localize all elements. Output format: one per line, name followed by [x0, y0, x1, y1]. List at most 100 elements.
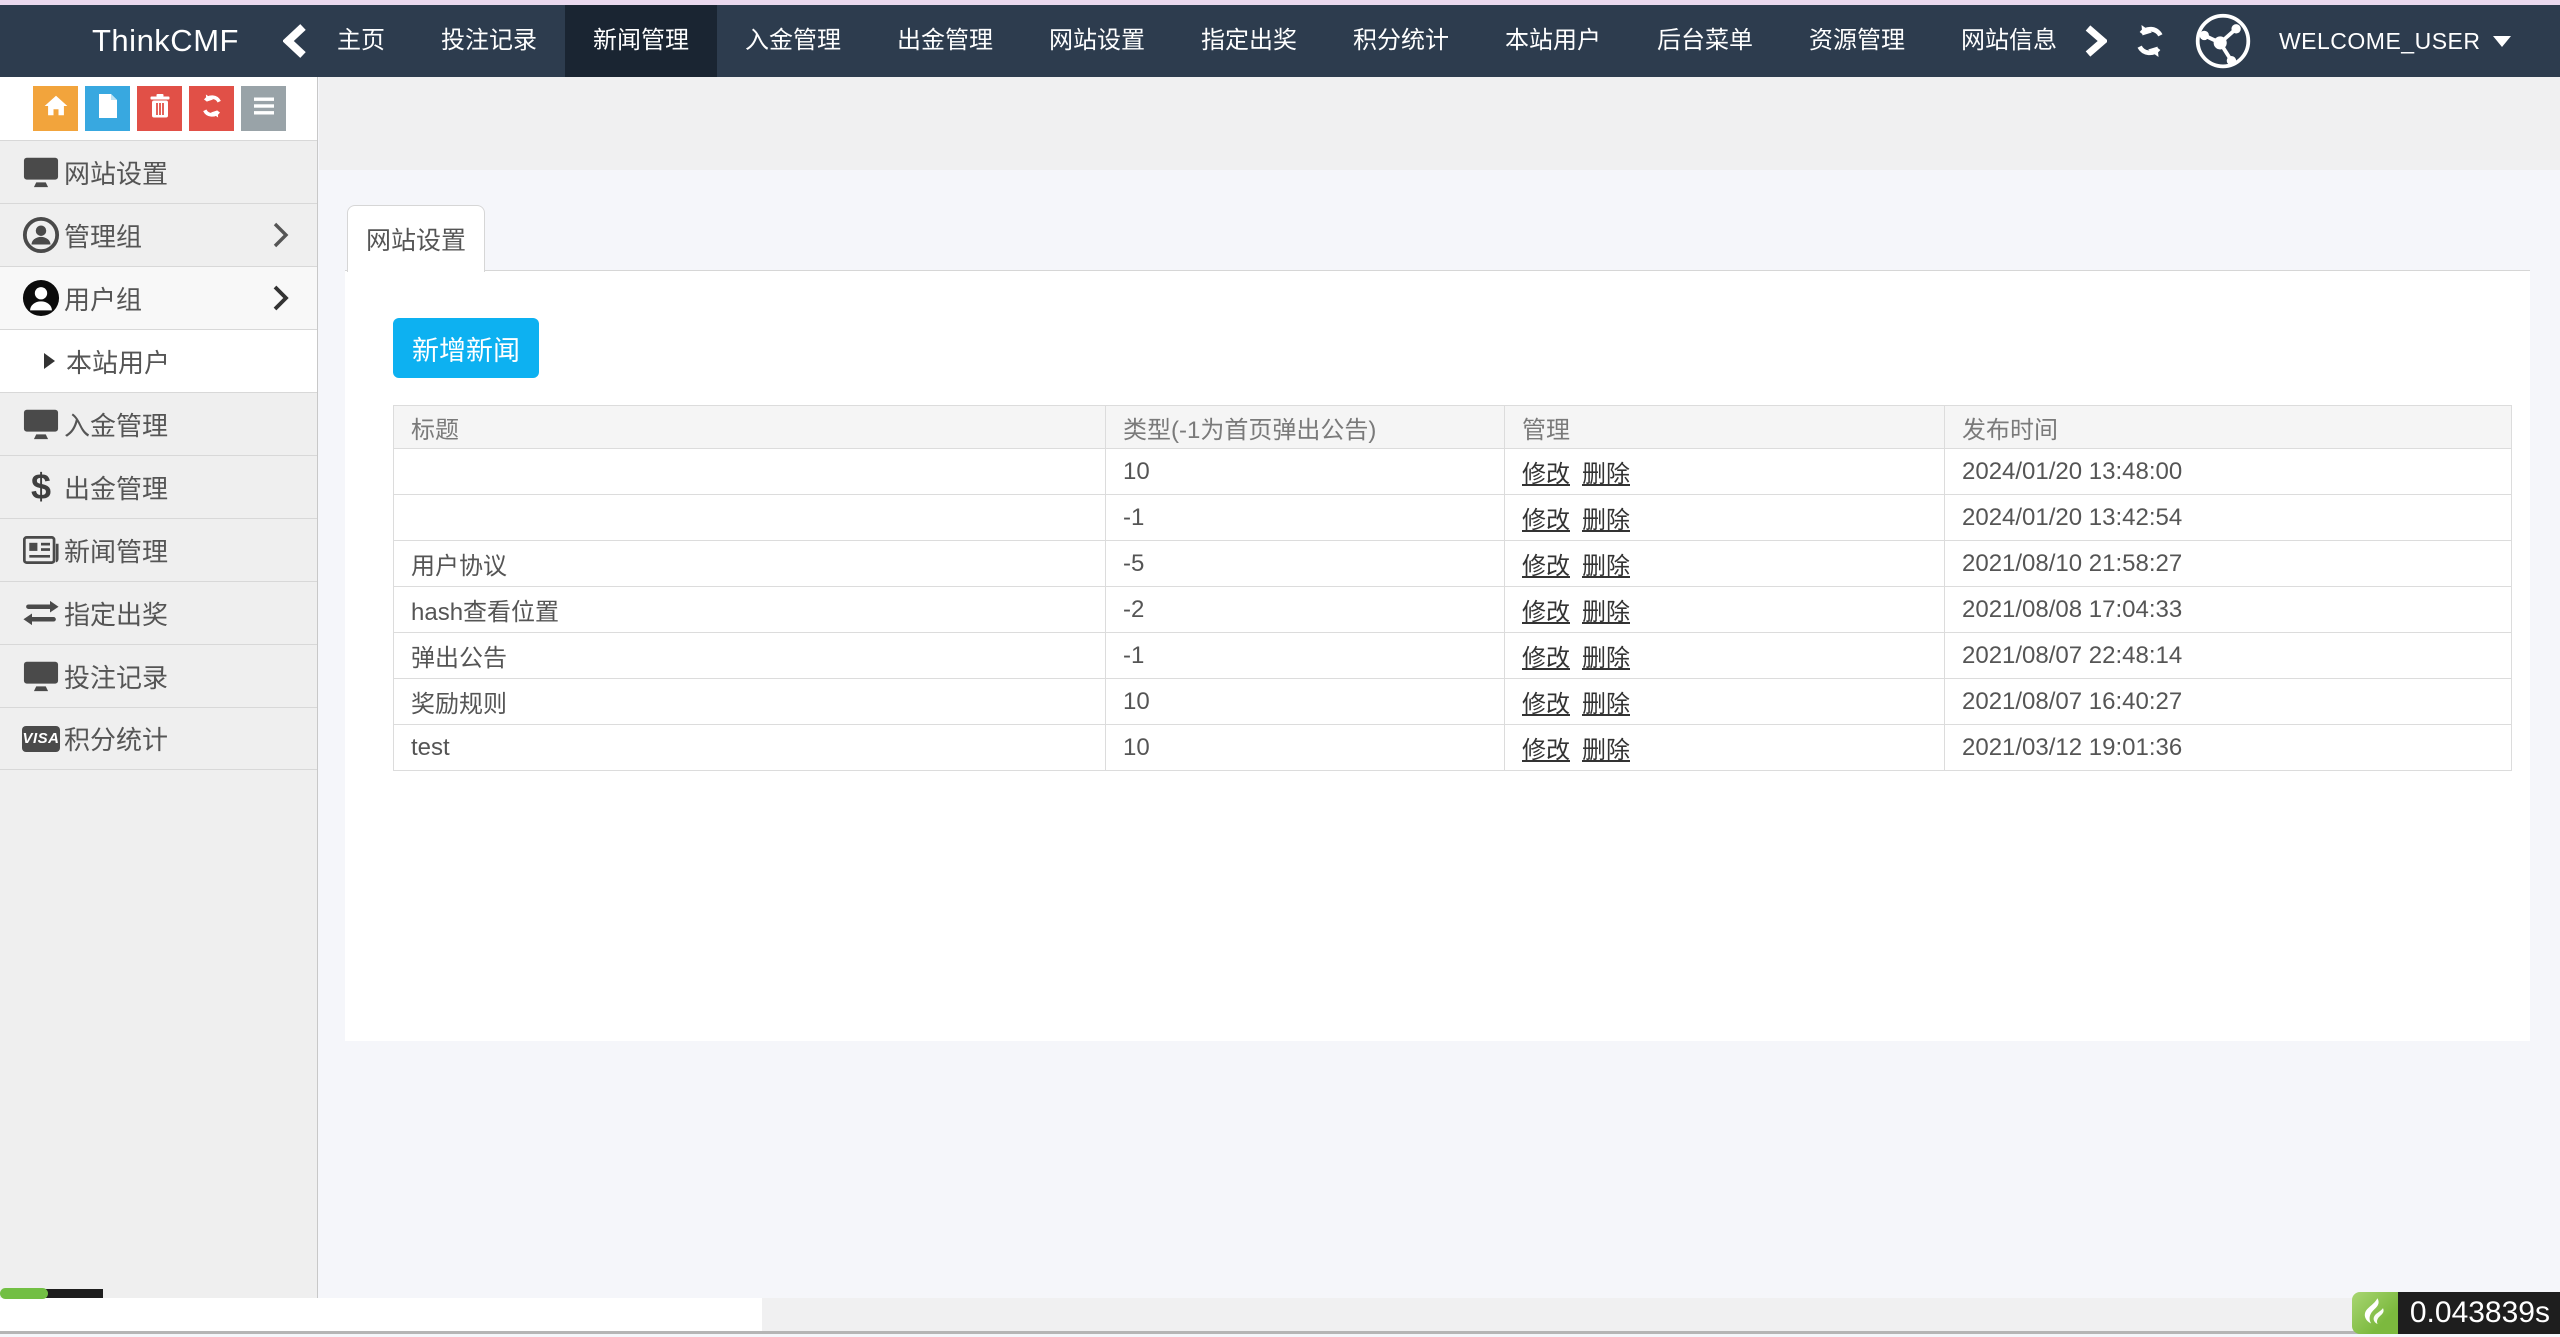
refresh-icon[interactable] [2133, 24, 2167, 58]
cell-type: -1 [1106, 633, 1505, 679]
edit-link[interactable]: 修改 [1522, 553, 1570, 580]
visa-icon: VISA [20, 718, 62, 760]
bottom-bar-white-segment [0, 1298, 762, 1331]
nav-item-home[interactable]: 主页 [309, 5, 413, 77]
list-button[interactable] [241, 86, 286, 131]
cell-title: 奖励规则 [394, 679, 1106, 725]
cell-title [394, 495, 1106, 541]
edit-link[interactable]: 修改 [1522, 691, 1570, 718]
content-header-strip [319, 77, 2560, 170]
user-menu[interactable]: WELCOME_USER [2279, 28, 2511, 55]
cell-type: 10 [1106, 679, 1505, 725]
nav-item-resources[interactable]: 资源管理 [1781, 5, 1933, 77]
navbar-right-group: WELCOME_USER [2085, 11, 2511, 71]
edit-link[interactable]: 修改 [1522, 599, 1570, 626]
cell-publish-time: 2021/08/07 16:40:27 [1945, 679, 2512, 725]
sidebar: 网站设置 管理组 用户组 [0, 77, 318, 1298]
exchange-icon [20, 592, 62, 634]
tab-site-settings[interactable]: 网站设置 [347, 205, 485, 272]
sidebar-item-points-stats[interactable]: VISA 积分统计 [0, 707, 317, 770]
dollar-icon: $ [20, 466, 62, 508]
list-icon [252, 94, 276, 123]
delete-link[interactable]: 删除 [1582, 599, 1630, 626]
recycle-button[interactable] [189, 86, 234, 131]
clear-button[interactable] [137, 86, 182, 131]
delete-link[interactable]: 删除 [1582, 691, 1630, 718]
nav-item-site-info[interactable]: 网站信息 [1933, 5, 2085, 77]
nav-item-site-users[interactable]: 本站用户 [1477, 5, 1629, 77]
newspaper-icon [20, 529, 62, 571]
table-row: 10 修改删除 2024/01/20 13:48:00 [394, 449, 2512, 495]
edit-link[interactable]: 修改 [1522, 737, 1570, 764]
cell-type: -1 [1106, 495, 1505, 541]
news-table: 标题 类型(-1为首页弹出公告) 管理 发布时间 10 修改删除 2024/01… [393, 405, 2512, 771]
edit-link[interactable]: 修改 [1522, 507, 1570, 534]
progress-fill [0, 1288, 48, 1299]
table-header-row: 标题 类型(-1为首页弹出公告) 管理 发布时间 [394, 406, 2512, 449]
table-row: -1 修改删除 2024/01/20 13:42:54 [394, 495, 2512, 541]
delete-link[interactable]: 删除 [1582, 645, 1630, 672]
file-icon [96, 93, 120, 124]
table-row: hash查看位置 -2 修改删除 2021/08/08 17:04:33 [394, 587, 2512, 633]
nav-item-deposit[interactable]: 入金管理 [717, 5, 869, 77]
sidebar-item-deposit[interactable]: 入金管理 [0, 392, 317, 455]
cell-title: hash查看位置 [394, 587, 1106, 633]
table-row: test 10 修改删除 2021/03/12 19:01:36 [394, 725, 2512, 771]
edit-link[interactable]: 修改 [1522, 461, 1570, 488]
cell-type: 10 [1106, 449, 1505, 495]
avatar-icon[interactable] [2193, 11, 2253, 71]
cell-actions: 修改删除 [1505, 541, 1945, 587]
chevron-right-icon[interactable] [2085, 25, 2107, 57]
nav-item-withdraw[interactable]: 出金管理 [869, 5, 1021, 77]
nav-item-news[interactable]: 新闻管理 [565, 5, 717, 77]
cell-title: test [394, 725, 1106, 771]
delete-link[interactable]: 删除 [1582, 737, 1630, 764]
nav-item-bet-records[interactable]: 投注记录 [413, 5, 565, 77]
cell-publish-time: 2021/08/07 22:48:14 [1945, 633, 2512, 679]
thinkphp-logo-icon [2352, 1292, 2398, 1334]
sidebar-item-site-users[interactable]: 本站用户 [0, 329, 317, 392]
sidebar-item-assign-prize[interactable]: 指定出奖 [0, 581, 317, 644]
back-chevron-icon[interactable] [283, 24, 307, 58]
brand-logo[interactable]: ThinkCMF [92, 23, 239, 59]
edit-link[interactable]: 修改 [1522, 645, 1570, 672]
sidebar-item-bet-records[interactable]: 投注记录 [0, 644, 317, 707]
cell-type: -2 [1106, 587, 1505, 633]
sidebar-item-news[interactable]: 新闻管理 [0, 518, 317, 581]
cell-type: 10 [1106, 725, 1505, 771]
delete-link[interactable]: 删除 [1582, 553, 1630, 580]
recycle-icon [199, 93, 225, 124]
col-type: 类型(-1为首页弹出公告) [1106, 406, 1505, 449]
nav-item-points-stats[interactable]: 积分统计 [1325, 5, 1477, 77]
home-icon [43, 93, 69, 124]
cell-publish-time: 2021/03/12 19:01:36 [1945, 725, 2512, 771]
table-row: 弹出公告 -1 修改删除 2021/08/07 22:48:14 [394, 633, 2512, 679]
user-circle-outline-icon [20, 214, 62, 256]
cell-actions: 修改删除 [1505, 679, 1945, 725]
add-news-button[interactable]: 新增新闻 [393, 318, 539, 378]
sidebar-item-site-settings[interactable]: 网站设置 [0, 140, 317, 203]
nav-item-site-settings[interactable]: 网站设置 [1021, 5, 1173, 77]
delete-link[interactable]: 删除 [1582, 461, 1630, 488]
triangle-right-icon [34, 340, 64, 382]
home-button[interactable] [33, 86, 78, 131]
main-nav: 主页 投注记录 新闻管理 入金管理 出金管理 网站设置 指定出奖 积分统计 本站… [309, 5, 2085, 77]
col-publish-time: 发布时间 [1945, 406, 2512, 449]
delete-link[interactable]: 删除 [1582, 507, 1630, 534]
cell-publish-time: 2021/08/10 21:58:27 [1945, 541, 2512, 587]
bottom-bar [0, 1298, 2560, 1334]
new-file-button[interactable] [85, 86, 130, 131]
nav-item-admin-menu[interactable]: 后台菜单 [1629, 5, 1781, 77]
sidebar-item-withdraw[interactable]: $ 出金管理 [0, 455, 317, 518]
nav-item-assign-prize[interactable]: 指定出奖 [1173, 5, 1325, 77]
sidebar-item-admin-group[interactable]: 管理组 [0, 203, 317, 266]
cell-actions: 修改删除 [1505, 449, 1945, 495]
cell-type: -5 [1106, 541, 1505, 587]
sidebar-toolbar [0, 77, 317, 140]
cell-actions: 修改删除 [1505, 725, 1945, 771]
cell-actions: 修改删除 [1505, 495, 1945, 541]
sidebar-item-user-group[interactable]: 用户组 [0, 266, 317, 329]
caret-down-icon [2493, 36, 2511, 47]
top-navbar: ThinkCMF 主页 投注记录 新闻管理 入金管理 出金管理 网站设置 指定出… [0, 5, 2560, 77]
cell-title [394, 449, 1106, 495]
